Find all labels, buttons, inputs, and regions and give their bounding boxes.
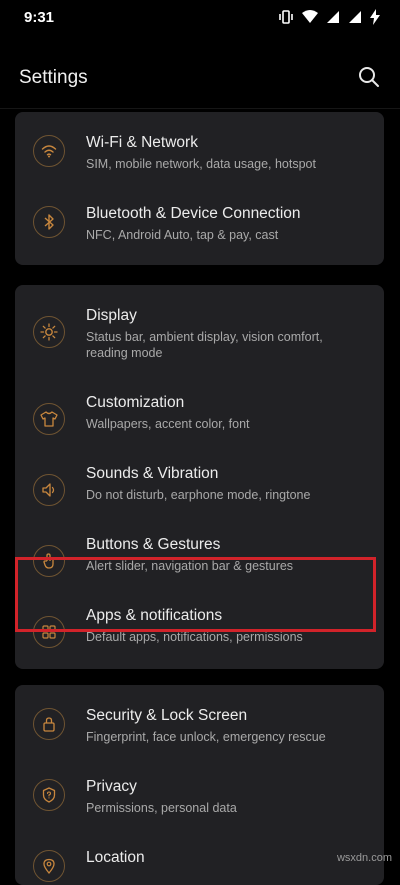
settings-item-title: Wi-Fi & Network (86, 134, 198, 151)
wifi-status-icon (302, 10, 318, 24)
shield-icon (33, 779, 65, 811)
settings-item-title: Privacy (86, 778, 137, 795)
location-icon (33, 850, 65, 882)
settings-item-subtitle: Status bar, ambient display, vision comf… (86, 330, 323, 360)
apps-grid-icon (33, 616, 65, 648)
settings-item-customization[interactable]: Customization Wallpapers, accent color, … (15, 380, 384, 451)
battery-charging-icon (370, 9, 380, 25)
settings-group-device: Display Status bar, ambient display, vis… (15, 285, 384, 669)
settings-item-privacy[interactable]: Privacy Permissions, personal data (15, 756, 384, 827)
settings-item-subtitle: Fingerprint, face unlock, emergency resc… (86, 730, 326, 744)
brightness-icon (33, 316, 65, 348)
settings-item-sounds-vibration[interactable]: Sounds & Vibration Do not disturb, earph… (15, 451, 384, 522)
settings-item-security-lock[interactable]: Security & Lock Screen Fingerprint, face… (15, 685, 384, 756)
settings-item-bluetooth[interactable]: Bluetooth & Device Connection NFC, Andro… (15, 183, 384, 265)
settings-item-location[interactable]: Location (15, 827, 384, 885)
settings-item-title: Sounds & Vibration (86, 465, 219, 482)
settings-item-buttons-gestures[interactable]: Buttons & Gestures Alert slider, navigat… (15, 522, 384, 593)
status-time: 9:31 (24, 9, 55, 26)
settings-item-title: Display (86, 307, 137, 324)
vibrate-icon (278, 10, 294, 24)
settings-item-display[interactable]: Display Status bar, ambient display, vis… (15, 285, 384, 380)
signal-icon-2 (348, 10, 362, 24)
settings-item-wifi-network[interactable]: Wi-Fi & Network SIM, mobile network, dat… (15, 112, 384, 183)
settings-item-subtitle: Default apps, notifications, permissions (86, 630, 303, 644)
settings-item-title: Customization (86, 394, 185, 411)
header: Settings (0, 36, 400, 109)
settings-item-subtitle: Alert slider, navigation bar & gestures (86, 559, 294, 573)
search-icon (359, 67, 379, 87)
search-button[interactable] (354, 62, 384, 92)
settings-item-subtitle: Permissions, personal data (86, 801, 237, 815)
settings-item-apps-notifications[interactable]: Apps & notifications Default apps, notif… (15, 593, 384, 669)
status-bar: 9:31 (0, 0, 400, 36)
page-title: Settings (19, 67, 88, 88)
settings-item-title: Bluetooth & Device Connection (86, 205, 301, 222)
settings-item-subtitle: SIM, mobile network, data usage, hotspot (86, 157, 316, 171)
watermark: wsxdn.com (336, 852, 392, 864)
tshirt-icon (33, 403, 65, 435)
settings-group-security: Security & Lock Screen Fingerprint, face… (15, 685, 384, 885)
gesture-icon (33, 545, 65, 577)
settings-item-title: Security & Lock Screen (86, 707, 248, 724)
bluetooth-icon (33, 206, 65, 238)
settings-item-title: Apps & notifications (86, 607, 223, 624)
settings-item-title: Buttons & Gestures (86, 536, 221, 553)
lock-icon (33, 708, 65, 740)
settings-item-subtitle: Wallpapers, accent color, font (86, 417, 250, 431)
settings-item-title: Location (86, 849, 145, 866)
status-icons (278, 9, 380, 25)
settings-item-subtitle: NFC, Android Auto, tap & pay, cast (86, 228, 279, 242)
wifi-icon (33, 135, 65, 167)
signal-icon (326, 10, 340, 24)
speaker-icon (33, 474, 65, 506)
settings-item-subtitle: Do not disturb, earphone mode, ringtone (86, 488, 311, 502)
settings-group-network: Wi-Fi & Network SIM, mobile network, dat… (15, 112, 384, 265)
